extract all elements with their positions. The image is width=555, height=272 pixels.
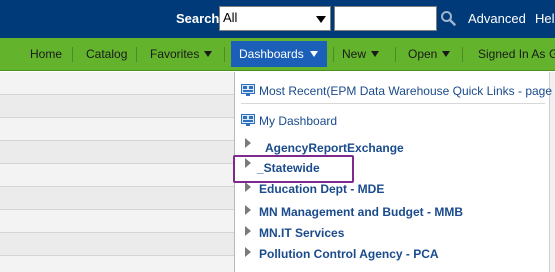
nav-divider xyxy=(136,47,137,62)
chevron-down-icon xyxy=(442,51,451,57)
table-row xyxy=(0,233,234,256)
search-icon[interactable] xyxy=(440,10,456,26)
nav-open[interactable]: Open xyxy=(408,47,451,61)
signed-in-as-menu[interactable]: Signed In As xyxy=(478,47,545,61)
expand-arrow-icon[interactable] xyxy=(245,247,251,257)
dashboard-icon xyxy=(241,114,255,126)
main-nav-bar: Home Catalog Favorites Dashboards New Op… xyxy=(0,38,555,71)
dashboard-icon xyxy=(241,84,255,96)
top-header-bar: Search All Advanced Hel xyxy=(0,0,555,38)
menu-item-education-dept[interactable]: Education Dept - MDE xyxy=(259,182,384,196)
nav-overflow[interactable]: G xyxy=(549,47,555,61)
table-row xyxy=(0,187,234,210)
nav-divider xyxy=(333,47,334,62)
menu-item-agency-report-exchange[interactable]: AgencyReportExchange xyxy=(265,141,404,155)
chevron-down-icon xyxy=(371,51,380,57)
background-edge xyxy=(549,72,555,272)
statewide-highlight-box xyxy=(233,155,354,183)
nav-favorites-label: Favorites xyxy=(150,47,200,61)
nav-open-label: Open xyxy=(408,47,438,61)
nav-divider xyxy=(72,47,73,62)
nav-favorites[interactable]: Favorites xyxy=(150,47,213,61)
search-label: Search xyxy=(176,11,220,26)
nav-new[interactable]: New xyxy=(342,47,380,61)
expand-arrow-icon[interactable] xyxy=(245,205,251,215)
search-scope-select[interactable]: All xyxy=(219,6,331,31)
nav-divider xyxy=(224,47,225,62)
table-row xyxy=(0,72,234,95)
menu-item-my-dashboard[interactable]: My Dashboard xyxy=(259,114,337,128)
nav-dashboards[interactable]: Dashboards xyxy=(231,41,327,67)
search-input[interactable] xyxy=(334,6,437,31)
help-link[interactable]: Hel xyxy=(535,11,555,26)
menu-item-pollution-control[interactable]: Pollution Control Agency - PCA xyxy=(259,247,439,261)
table-row xyxy=(0,164,234,187)
expand-arrow-icon[interactable] xyxy=(245,182,251,192)
search-scope-value: All xyxy=(223,10,238,25)
nav-dashboards-label: Dashboards xyxy=(239,47,304,61)
chevron-down-icon xyxy=(309,51,318,57)
menu-divider xyxy=(241,103,545,104)
chevron-down-icon xyxy=(204,51,213,57)
nav-new-label: New xyxy=(342,47,367,61)
table-row xyxy=(0,95,234,118)
background-content-rows xyxy=(0,72,234,272)
table-row xyxy=(0,118,234,141)
nav-catalog[interactable]: Catalog xyxy=(86,47,127,61)
expand-arrow-icon[interactable] xyxy=(245,226,251,236)
table-row xyxy=(0,141,234,164)
menu-item-mn-management-budget[interactable]: MN Management and Budget - MMB xyxy=(259,205,463,219)
table-row xyxy=(0,256,234,272)
menu-item-most-recent[interactable]: Most Recent(EPM Data Warehouse Quick Lin… xyxy=(259,84,555,98)
chevron-down-icon xyxy=(316,16,326,23)
expand-arrow-icon[interactable] xyxy=(245,138,251,148)
nav-divider xyxy=(395,47,396,62)
advanced-search-link[interactable]: Advanced xyxy=(468,11,526,26)
nav-divider xyxy=(462,47,463,62)
nav-home[interactable]: Home xyxy=(30,47,62,61)
table-row xyxy=(0,210,234,233)
menu-item-mnit-services[interactable]: MN.IT Services xyxy=(259,226,344,240)
